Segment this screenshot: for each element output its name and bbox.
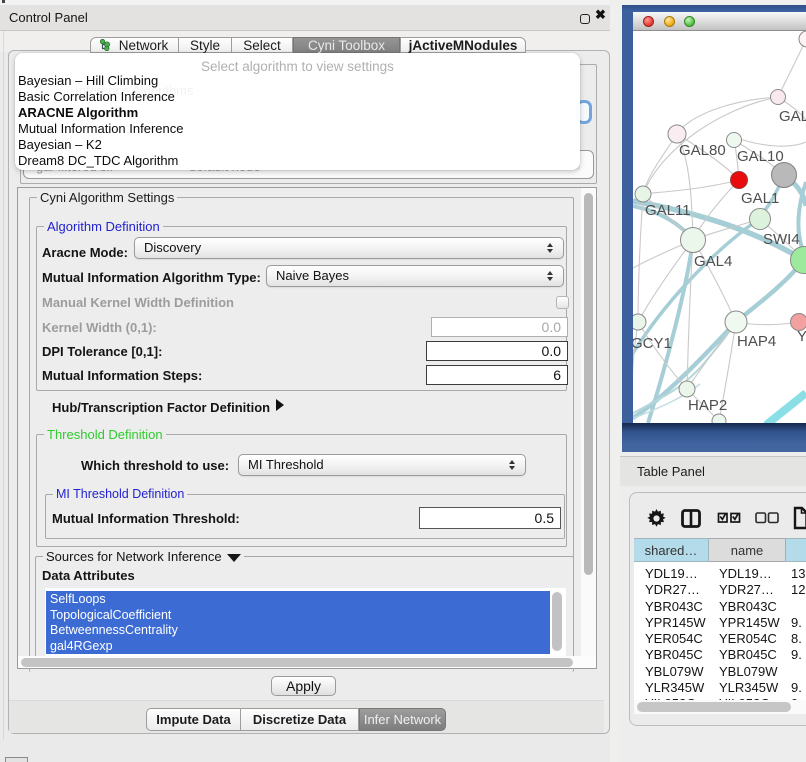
svg-text:GCY1: GCY1 xyxy=(633,335,672,352)
svg-text:GAL80: GAL80 xyxy=(679,142,726,159)
svg-text:SWI4: SWI4 xyxy=(763,231,800,248)
svg-text:GAL1: GAL1 xyxy=(741,190,779,207)
svg-text:Y: Y xyxy=(797,328,806,345)
svg-text:GAL4: GAL4 xyxy=(694,253,732,270)
svg-text:HAP2: HAP2 xyxy=(688,397,727,414)
svg-text:GAL11: GAL11 xyxy=(645,202,691,219)
svg-text:GAL3: GAL3 xyxy=(779,108,806,125)
svg-text:GAL10: GAL10 xyxy=(737,148,784,165)
svg-text:HAP4: HAP4 xyxy=(737,333,776,350)
